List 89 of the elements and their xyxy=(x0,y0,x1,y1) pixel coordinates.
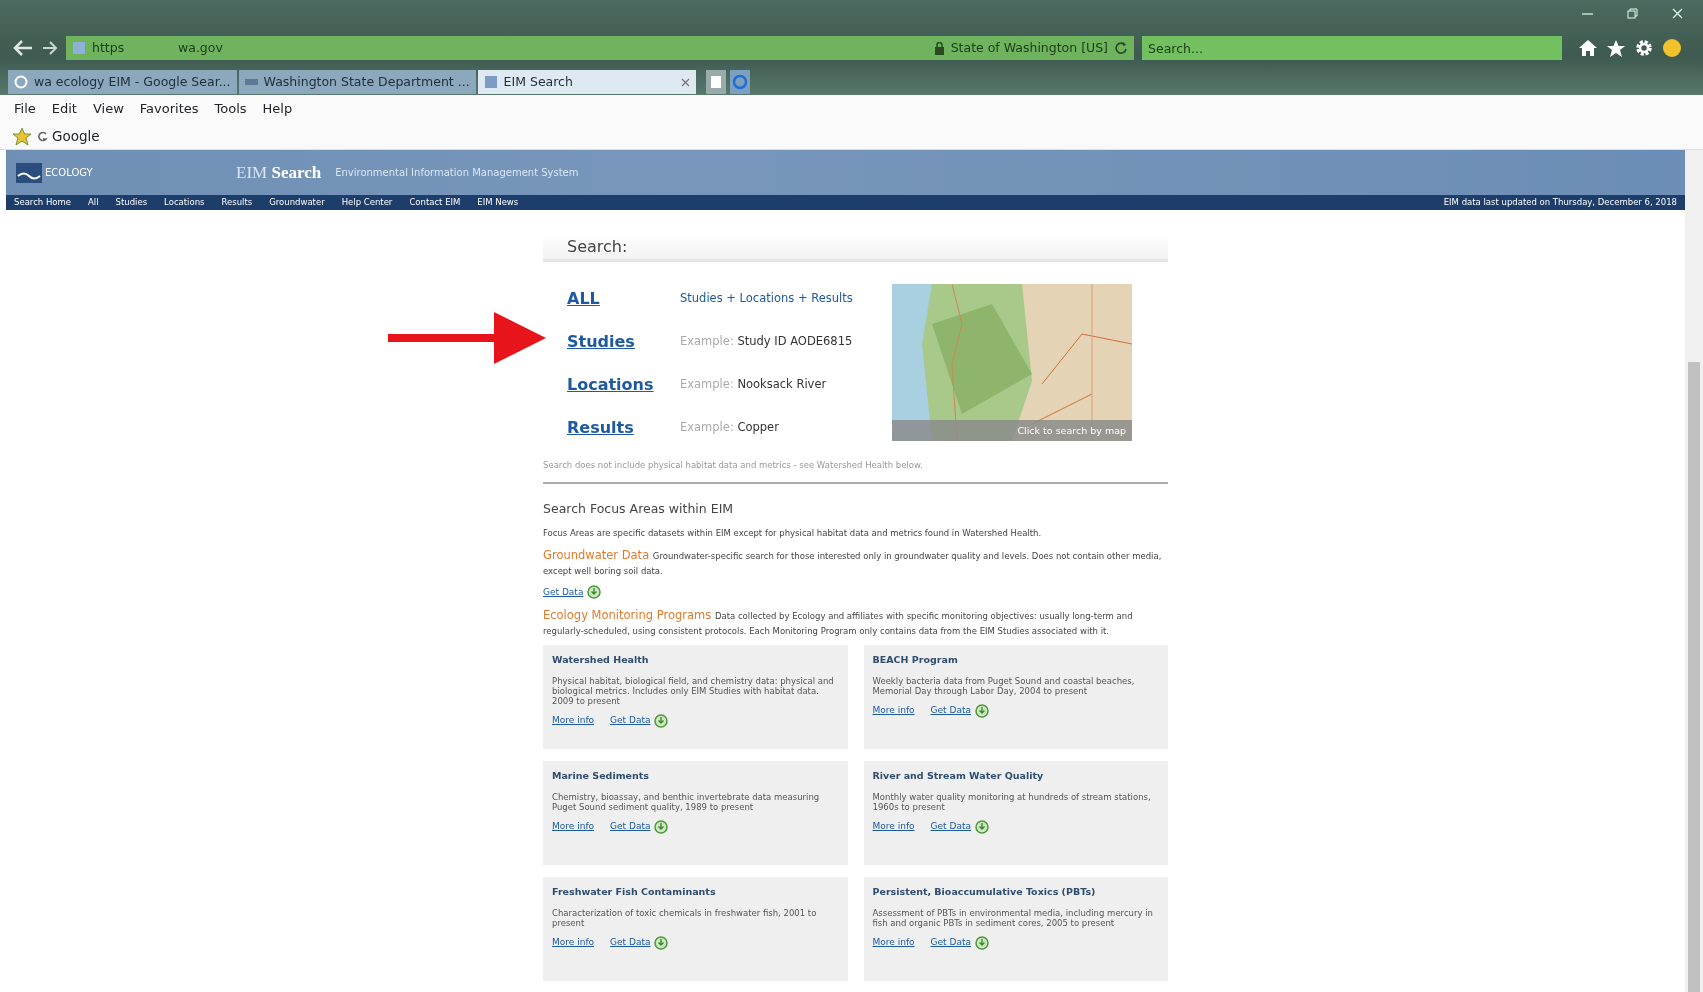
new-tab-icon[interactable] xyxy=(705,70,726,94)
lock-icon xyxy=(933,41,945,55)
get-data-link[interactable]: Get Data xyxy=(610,820,651,834)
close-tab-icon[interactable] xyxy=(680,77,690,87)
more-info-link[interactable]: More info xyxy=(872,704,915,718)
search-link[interactable]: ALL xyxy=(567,286,680,311)
scrollbar[interactable] xyxy=(1685,150,1703,992)
address-bar[interactable]: https wa.gov State of Washington [US] xyxy=(66,36,1134,60)
browser-tab[interactable]: wa ecology EIM - Google Sear... xyxy=(8,70,237,94)
program-title: BEACH Program xyxy=(872,653,959,668)
monitoring-description: Ecology Monitoring Programs Data collected by Ecology and affiliates with specific monitoring objectives: usually long-term and regularly-scheduled, using consistent protocols. Each Monitoring Program only contains data from the EIM Studies associated with it. xyxy=(543,607,1134,638)
search-heading: Search: xyxy=(567,235,628,258)
program-title: Freshwater Fish Contaminants xyxy=(552,885,717,900)
more-info-link[interactable]: More info xyxy=(552,820,595,834)
program-description: Assessment of PBTs in environmental media, including mercury in fish and organic PBTs in sediment cores, 2005 to present xyxy=(872,907,1154,928)
program-description: Physical habitat, biological field, and chemistry data: physical and biological metrics. Includes only EIM Studies with habitat data. 2009 to present xyxy=(552,675,835,707)
forward-icon[interactable] xyxy=(42,41,58,55)
nav-link[interactable]: Studies xyxy=(115,196,148,209)
menu-item[interactable]: Edit xyxy=(51,99,77,119)
search-link[interactable]: Locations xyxy=(567,372,680,397)
browser-tab[interactable]: Washington State Department ... xyxy=(238,70,476,94)
get-data-link[interactable]: Get Data xyxy=(930,820,971,834)
intro-text: Focus Areas are specific datasets within EIM except for physical habitat data and metrics found in Watershed Health. xyxy=(543,526,1043,540)
nav-link[interactable]: Contact EIM xyxy=(409,196,461,209)
download-icon[interactable] xyxy=(654,714,669,729)
get-data-link[interactable]: Get Data xyxy=(610,936,651,950)
program-title: Marine Sediments xyxy=(552,769,650,784)
get-data-link[interactable]: Get Data xyxy=(543,585,584,599)
example-text: Studies + Locations + Results xyxy=(680,289,853,307)
page-icon xyxy=(483,75,498,89)
close-icon[interactable] xyxy=(1672,8,1683,19)
nav-link[interactable]: Results xyxy=(221,196,253,209)
program-title: Persistent, Bioaccumulative Toxics (PBTs) xyxy=(872,885,1097,900)
search-field[interactable]: Search... xyxy=(1142,36,1562,60)
menu-item[interactable]: Tools xyxy=(214,99,247,119)
nav-link[interactable]: Locations xyxy=(164,196,205,209)
settings-icon[interactable] xyxy=(1634,38,1654,58)
download-icon[interactable] xyxy=(654,935,669,950)
search-link[interactable]: Results xyxy=(567,415,680,440)
example-text: Example: Copper xyxy=(680,418,779,436)
download-icon[interactable] xyxy=(654,819,669,834)
restore-icon[interactable] xyxy=(1627,8,1638,19)
menu-item[interactable]: Favorites xyxy=(139,99,199,119)
menu-item[interactable]: View xyxy=(92,99,124,119)
download-icon[interactable] xyxy=(974,703,989,718)
program-title: Watershed Health xyxy=(552,653,650,668)
favorite-link[interactable]: Google xyxy=(38,125,100,147)
more-info-link[interactable]: More info xyxy=(872,936,915,950)
nav-link[interactable]: Help Center xyxy=(341,196,393,209)
url-scheme: https xyxy=(92,38,126,57)
program-description: Monthly water quality monitoring at hundreds of stream stations, 1960s to present xyxy=(872,791,1152,812)
example-text: Example: Study ID AODE6815 xyxy=(680,332,853,350)
home-icon[interactable] xyxy=(1578,39,1598,57)
program-title: River and Stream Water Quality xyxy=(872,769,1045,784)
get-data-link[interactable]: Get Data xyxy=(610,714,651,728)
more-info-link[interactable]: More info xyxy=(552,714,595,728)
back-icon[interactable] xyxy=(12,39,34,57)
url-domain: wa.gov xyxy=(178,38,223,57)
download-icon[interactable] xyxy=(974,935,989,950)
groundwater-description: Groundwater Data Groundwater-specific search for those interested only in groundwater quality and levels. Does not contain other media, except well boring soil data. xyxy=(543,547,1163,578)
section-heading: Search Focus Areas within EIM xyxy=(543,499,735,518)
update-notice: EIM data last updated on Thursday, December 6, 2018 xyxy=(1443,196,1677,209)
favorites-star-icon[interactable] xyxy=(12,127,32,147)
get-data-link[interactable]: Get Data xyxy=(930,936,971,950)
site-subtitle: Environmental Information Management System xyxy=(335,166,579,180)
download-icon[interactable] xyxy=(974,819,989,834)
nav-link[interactable]: All xyxy=(88,196,99,209)
refresh-icon[interactable] xyxy=(1114,41,1128,55)
site-identity[interactable]: State of Washington [US] xyxy=(950,38,1108,58)
program-description: Chemistry, bioassay, and benthic invertebrate data measuring Puget Sound sediment quality, 1989 to present xyxy=(552,791,821,812)
menu-item[interactable]: Help xyxy=(262,99,293,119)
page-icon xyxy=(244,79,258,85)
search-note: Search does not include physical habitat data and metrics - see Watershed Health below. xyxy=(543,459,1168,484)
more-info-link[interactable]: More info xyxy=(872,820,915,834)
menu-item[interactable]: File xyxy=(14,99,36,119)
get-data-link[interactable]: Get Data xyxy=(930,704,971,718)
nav-link[interactable]: Groundwater xyxy=(269,196,325,209)
nav-link[interactable]: EIM News xyxy=(477,196,519,209)
star-icon[interactable] xyxy=(1606,38,1626,58)
search-link[interactable]: Studies xyxy=(567,329,680,354)
nav-link[interactable]: Search Home xyxy=(14,196,71,209)
more-info-link[interactable]: More info xyxy=(552,936,595,950)
download-icon[interactable] xyxy=(587,585,602,600)
example-text: Example: Nooksack River xyxy=(680,375,827,393)
program-description: Characterization of toxic chemicals in freshwater fish, 2001 to present xyxy=(552,907,818,928)
browser-tab[interactable]: EIM Search xyxy=(477,70,696,94)
program-description: Weekly bacteria data from Puget Sound and coastal beaches, Memorial Day through Labor Day, 2004 to present xyxy=(872,675,1136,696)
page-icon xyxy=(72,41,86,55)
site-title: EIM Search xyxy=(236,161,322,184)
